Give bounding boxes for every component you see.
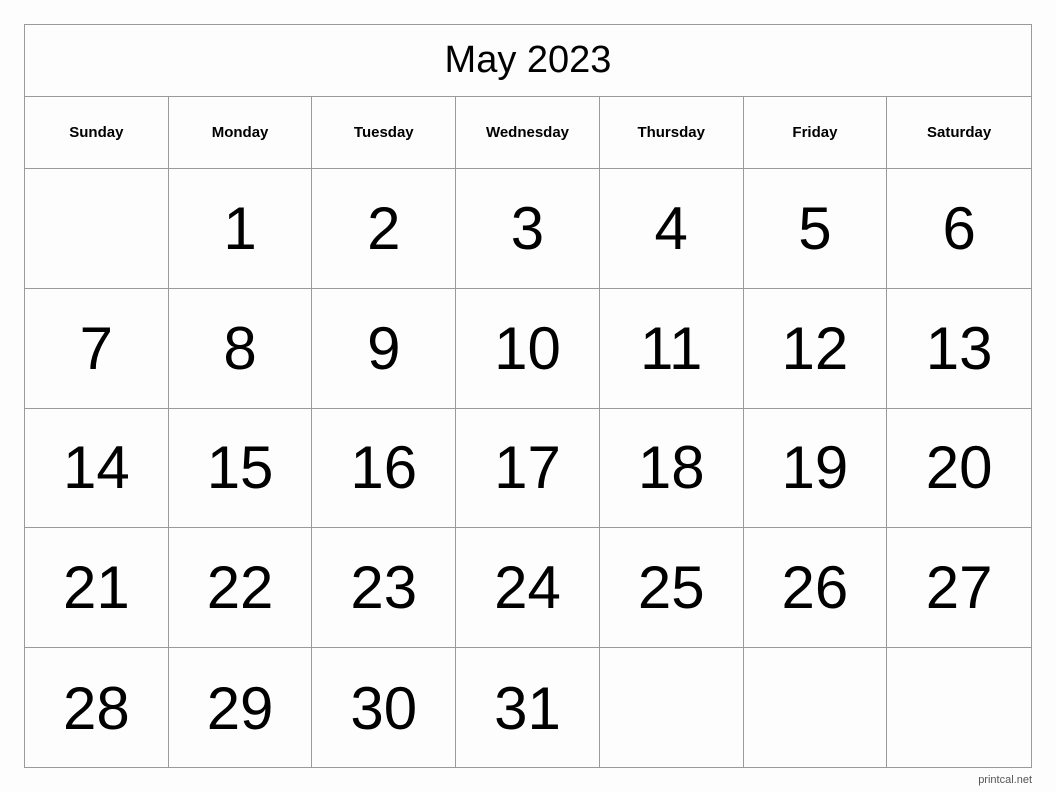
day-cell: 31 (456, 648, 600, 768)
weekday-wednesday: Wednesday (456, 97, 600, 168)
day-cell: 17 (456, 408, 600, 529)
day-grid: 1 2 3 4 5 6 7 8 9 10 11 12 13 14 15 16 17 18 19 20 21 22 23 24 2… (25, 169, 1031, 768)
empty-day-cell (887, 648, 1031, 768)
empty-day-cell (25, 169, 169, 289)
day-cell: 22 (168, 528, 313, 649)
weekday-friday: Friday (744, 97, 888, 168)
weekday-saturday: Saturday (927, 124, 992, 141)
day-cell: 19 (743, 408, 888, 529)
weekday-header-row: Sunday Monday Tuesday Wednesday Thursday… (25, 97, 1031, 169)
day-cell: 2 (312, 169, 457, 289)
day-cell: 16 (312, 408, 457, 529)
day-cell: 27 (887, 528, 1031, 649)
day-cell: 28 (25, 648, 169, 768)
day-cell: 21 (25, 528, 169, 649)
day-cell: 18 (599, 408, 744, 529)
day-cell: 5 (743, 169, 888, 289)
day-cell: 12 (743, 288, 888, 409)
weekday-monday: Monday (169, 97, 313, 168)
day-cell: 25 (599, 528, 744, 649)
day-cell: 30 (312, 648, 457, 768)
day-cell: 15 (168, 408, 313, 529)
day-cell: 20 (887, 409, 1031, 529)
day-cell: 14 (25, 408, 169, 529)
day-cell: 29 (169, 648, 313, 768)
day-cell: 7 (25, 288, 169, 409)
day-cell: 4 (599, 169, 744, 289)
weekday-sunday: Sunday (25, 97, 169, 168)
day-cell: 13 (887, 289, 1031, 409)
day-cell: 1 (168, 169, 313, 289)
weekday-tuesday: Tuesday (312, 97, 457, 168)
day-cell: 10 (456, 288, 600, 409)
day-cell: 9 (312, 288, 457, 409)
empty-day-cell (600, 648, 744, 768)
day-cell: 6 (887, 169, 1031, 289)
day-cell: 26 (743, 528, 888, 649)
weekday-thursday: Thursday (600, 97, 744, 168)
empty-day-cell (744, 648, 888, 768)
calendar: May 2023 Sunday Monday Tuesday Wednesday… (24, 24, 1032, 768)
calendar-title: May 2023 (25, 25, 1031, 97)
day-cell: 11 (599, 288, 744, 409)
footer-credit: printcal.net (978, 774, 1032, 786)
day-cell: 8 (168, 288, 313, 409)
day-cell: 24 (456, 528, 600, 649)
day-cell: 3 (456, 169, 600, 289)
day-cell: 23 (312, 528, 457, 649)
